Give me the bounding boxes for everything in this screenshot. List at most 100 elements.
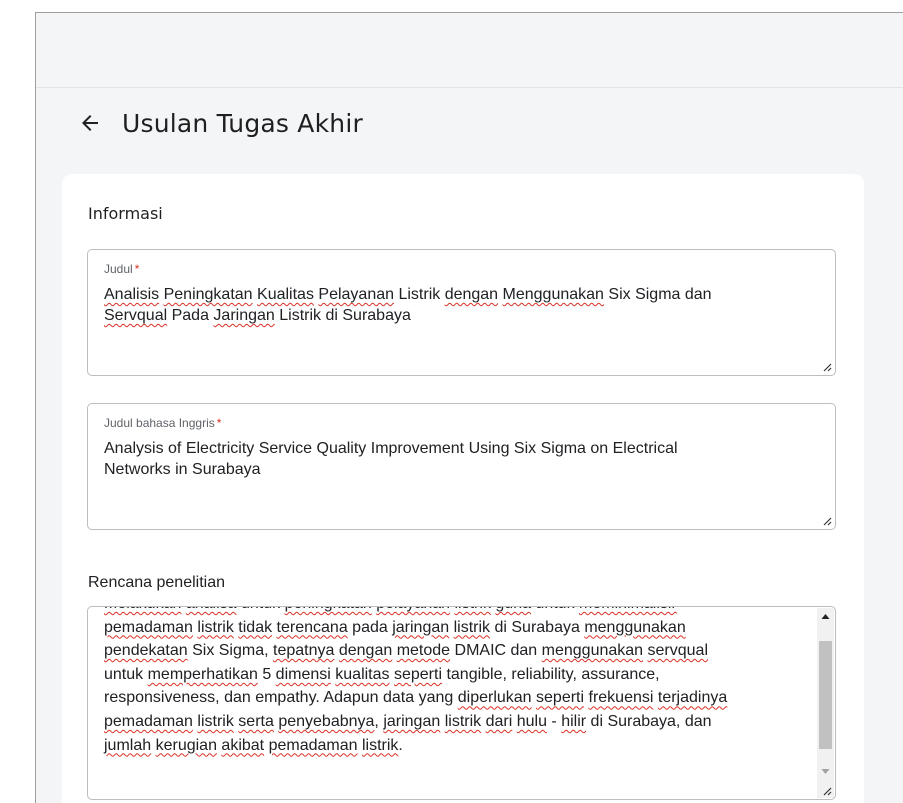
spellcheck-word: Peningkatan <box>163 286 253 303</box>
spellcheck-word: Jaringan <box>213 307 275 324</box>
scrollbar-thumb[interactable] <box>819 641 832 749</box>
spellcheck-word: dengan <box>444 286 499 303</box>
resize-handle-icon[interactable] <box>822 516 832 526</box>
spellcheck-word: kualitas <box>335 665 390 683</box>
spellcheck-word: menggunakan <box>541 642 644 660</box>
text-segment: DMAIC dan <box>450 642 542 660</box>
spellcheck-word: hilir <box>561 712 587 730</box>
required-mark: * <box>216 416 222 430</box>
spellcheck-word: seperti <box>536 689 585 707</box>
spellcheck-word: hulu <box>516 712 547 730</box>
spellcheck-word: metode <box>396 642 451 660</box>
spellcheck-word: Analisis <box>104 286 160 303</box>
spellcheck-word: pemadaman <box>104 712 193 730</box>
spellcheck-word: tidak <box>238 618 273 636</box>
required-mark: * <box>134 262 140 276</box>
section-title: Informasi <box>88 204 163 223</box>
spellcheck-word: serta <box>238 712 274 730</box>
top-bar <box>36 13 903 88</box>
spellcheck-word: meminimalisir <box>579 607 677 612</box>
spellcheck-word: listrik <box>453 618 491 636</box>
resize-handle-icon[interactable] <box>822 362 832 372</box>
text-segment: untuk <box>104 665 148 683</box>
text-segment: untuk <box>237 607 285 612</box>
rencana-line: jumlah kerugian akibat pemadaman listrik… <box>104 734 795 758</box>
spellcheck-word: listrik <box>455 607 491 612</box>
text-segment: Listrik <box>394 286 445 303</box>
text-segment: Six Sigma dan <box>603 286 712 303</box>
spellcheck-word: pendekatan <box>104 642 188 660</box>
text-segment: Pada <box>167 307 214 324</box>
judul-inggris-label: Judul bahasa Inggris * <box>104 416 221 430</box>
rencana-text[interactable]: Melakukan analisa untuk peningkatan pela… <box>104 607 795 758</box>
spellcheck-word: memperhatikan <box>147 665 258 683</box>
app-frame: Usulan Tugas Akhir Informasi Judul * Anal… <box>35 12 903 803</box>
scroll-down-icon[interactable] <box>817 763 834 780</box>
judul-label: Judul * <box>104 262 139 276</box>
spellcheck-word: listrik <box>361 736 399 754</box>
rencana-line: pemadaman listrik serta penyebabnya, jar… <box>104 710 795 734</box>
rencana-line: untuk memperhatikan 5 dimensi kualitas s… <box>104 663 795 687</box>
scrollbar[interactable] <box>817 608 834 798</box>
spellcheck-word: listrik <box>444 712 482 730</box>
spellcheck-word: kerugian <box>155 736 217 754</box>
judul-inggris-line-1: Analysis of Electricity Service Quality … <box>104 440 678 457</box>
text-segment: . <box>398 736 403 754</box>
judul-label-text: Judul <box>104 262 133 276</box>
rencana-line: pendekatan Six Sigma, tepatnya dengan me… <box>104 639 795 663</box>
text-segment: di Surabaya, dan <box>586 712 712 730</box>
text-segment: pada <box>347 618 393 636</box>
spellcheck-word: terjadinya <box>657 689 728 707</box>
rencana-line: Melakukan analisa untuk peningkatan pela… <box>104 607 795 616</box>
spellcheck-word: jaringan <box>392 618 450 636</box>
spellcheck-word: listrik <box>197 618 234 636</box>
spellcheck-word: Pelayanan <box>318 286 395 303</box>
rencana-label: Rencana penelitian <box>88 574 225 591</box>
resize-handle-icon[interactable] <box>822 786 832 796</box>
text-segment: - <box>546 712 562 730</box>
arrow-left-icon[interactable] <box>78 111 102 135</box>
text-segment: Six Sigma, <box>187 642 273 660</box>
rencana-line: pemadaman listrik tidak terencana pada j… <box>104 616 795 640</box>
spellcheck-word: seperti <box>393 665 442 683</box>
judul-value[interactable]: Analisis Peningkatan Kualitas Pelayanan … <box>104 284 807 326</box>
spellcheck-word: Melakukan <box>104 607 181 612</box>
judul-inggris-label-text: Judul bahasa Inggris <box>104 416 215 430</box>
spellcheck-word: jaringan <box>383 712 441 730</box>
spellcheck-word: pemadaman <box>268 736 358 754</box>
spellcheck-word: pemadaman <box>104 618 193 636</box>
spellcheck-word: diperlukan <box>457 689 532 707</box>
spellcheck-word: dari <box>485 712 513 730</box>
rencana-textarea[interactable]: Melakukan analisa untuk peningkatan pela… <box>87 606 836 800</box>
spellcheck-word: tepatnya <box>273 642 335 660</box>
spellcheck-word: Servqual <box>104 307 168 324</box>
spellcheck-word: jumlah <box>104 736 152 754</box>
judul-line-2: Servqual Pada Jaringan Listrik di Suraba… <box>104 305 807 326</box>
info-card: Informasi Judul * Analisis Peningkatan Ku… <box>62 174 864 803</box>
text-segment: responsiveness, dan empathy. Adapun data… <box>104 689 458 707</box>
text-segment: 5 <box>257 665 276 683</box>
judul-inggris-value[interactable]: Analysis of Electricity Service Quality … <box>104 438 807 480</box>
judul-field[interactable]: Judul * Analisis Peningkatan Kualitas Pel… <box>87 249 836 376</box>
spellcheck-word: dimensi <box>275 665 331 683</box>
spellcheck-word: pelayanan <box>376 607 450 612</box>
page-header: Usulan Tugas Akhir <box>78 103 363 143</box>
page-title: Usulan Tugas Akhir <box>122 108 363 138</box>
text-segment: , <box>374 712 384 730</box>
spellcheck-word: servqual <box>647 642 709 660</box>
judul-inggris-line-2: Networks in Surabaya <box>104 461 261 478</box>
spellcheck-word: Kualitas <box>257 286 314 303</box>
judul-inggris-field[interactable]: Judul bahasa Inggris * Analysis of Electr… <box>87 403 836 530</box>
spellcheck-word: akibat <box>221 736 265 754</box>
judul-line-1: Analisis Peningkatan Kualitas Pelayanan … <box>104 284 807 305</box>
spellcheck-word: dengan <box>338 642 393 660</box>
spellcheck-word: guna <box>495 607 531 612</box>
spellcheck-word: listrik <box>197 712 234 730</box>
spellcheck-word: analisa <box>186 607 237 612</box>
text-segment: tangible, reliability, assurance, <box>442 665 660 683</box>
scroll-up-icon[interactable] <box>817 608 834 625</box>
rencana-line: responsiveness, dan empathy. Adapun data… <box>104 686 795 710</box>
spellcheck-word: Menggunakan <box>502 286 604 303</box>
spellcheck-word: penyebabnya <box>278 712 375 730</box>
text-segment: Listrik di Surabaya <box>274 307 411 324</box>
